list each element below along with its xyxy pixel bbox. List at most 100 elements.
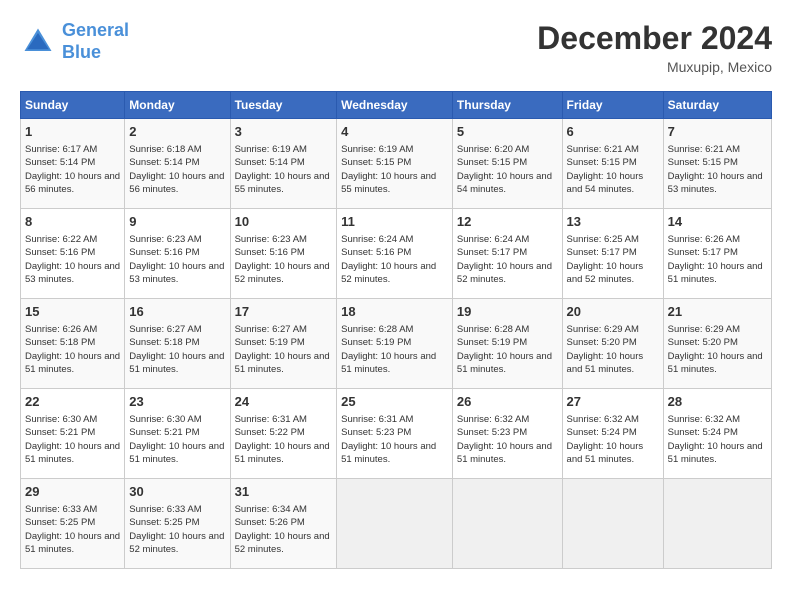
day-number: 18	[341, 303, 448, 321]
day-number: 30	[129, 483, 225, 501]
day-number: 20	[567, 303, 659, 321]
daylight-label: Daylight: 10 hours and 56 minutes.	[25, 171, 120, 195]
calendar-cell-27: 27 Sunrise: 6:32 AM Sunset: 5:24 PM Dayl…	[562, 389, 663, 479]
sunrise: Sunrise: 6:29 AM	[668, 324, 740, 335]
calendar-cell-9: 9 Sunrise: 6:23 AM Sunset: 5:16 PM Dayli…	[125, 209, 230, 299]
sunset: Sunset: 5:24 PM	[567, 427, 637, 438]
day-number: 1	[25, 123, 120, 141]
daylight-label: Daylight: 10 hours and 54 minutes.	[567, 171, 644, 195]
logo-icon	[20, 24, 56, 60]
calendar-table: Sunday Monday Tuesday Wednesday Thursday…	[20, 91, 772, 569]
calendar-cell-5: 5 Sunrise: 6:20 AM Sunset: 5:15 PM Dayli…	[452, 119, 562, 209]
day-number: 10	[235, 213, 333, 231]
daylight-label: Daylight: 10 hours and 51 minutes.	[341, 441, 436, 465]
daylight-label: Daylight: 10 hours and 56 minutes.	[129, 171, 224, 195]
calendar-cell-21: 21 Sunrise: 6:29 AM Sunset: 5:20 PM Dayl…	[663, 299, 771, 389]
day-number: 23	[129, 393, 225, 411]
sunrise: Sunrise: 6:21 AM	[567, 144, 639, 155]
daylight-label: Daylight: 10 hours and 51 minutes.	[668, 351, 763, 375]
calendar-cell-28: 28 Sunrise: 6:32 AM Sunset: 5:24 PM Dayl…	[663, 389, 771, 479]
daylight-label: Daylight: 10 hours and 51 minutes.	[235, 351, 330, 375]
sunrise: Sunrise: 6:19 AM	[235, 144, 307, 155]
calendar-cell-26: 26 Sunrise: 6:32 AM Sunset: 5:23 PM Dayl…	[452, 389, 562, 479]
calendar-cell-14: 14 Sunrise: 6:26 AM Sunset: 5:17 PM Dayl…	[663, 209, 771, 299]
sunrise: Sunrise: 6:34 AM	[235, 504, 307, 515]
daylight-label: Daylight: 10 hours and 52 minutes.	[129, 531, 224, 555]
calendar-cell-24: 24 Sunrise: 6:31 AM Sunset: 5:22 PM Dayl…	[230, 389, 337, 479]
calendar-cell-3: 3 Sunrise: 6:19 AM Sunset: 5:14 PM Dayli…	[230, 119, 337, 209]
day-number: 16	[129, 303, 225, 321]
sunset: Sunset: 5:20 PM	[567, 337, 637, 348]
sunset: Sunset: 5:17 PM	[668, 247, 738, 258]
sunset: Sunset: 5:16 PM	[129, 247, 199, 258]
sunset: Sunset: 5:23 PM	[457, 427, 527, 438]
sunrise: Sunrise: 6:26 AM	[25, 324, 97, 335]
calendar-week-2: 8 Sunrise: 6:22 AM Sunset: 5:16 PM Dayli…	[21, 209, 772, 299]
sunset: Sunset: 5:23 PM	[341, 427, 411, 438]
sunset: Sunset: 5:15 PM	[668, 157, 738, 168]
sunset: Sunset: 5:14 PM	[235, 157, 305, 168]
calendar-cell-15: 15 Sunrise: 6:26 AM Sunset: 5:18 PM Dayl…	[21, 299, 125, 389]
day-number: 26	[457, 393, 558, 411]
calendar-cell-11: 11 Sunrise: 6:24 AM Sunset: 5:16 PM Dayl…	[337, 209, 453, 299]
daylight-label: Daylight: 10 hours and 51 minutes.	[25, 441, 120, 465]
day-number: 14	[668, 213, 767, 231]
sunrise: Sunrise: 6:32 AM	[567, 414, 639, 425]
day-number: 7	[668, 123, 767, 141]
sunset: Sunset: 5:17 PM	[567, 247, 637, 258]
calendar-week-1: 1 Sunrise: 6:17 AM Sunset: 5:14 PM Dayli…	[21, 119, 772, 209]
day-number: 6	[567, 123, 659, 141]
day-number: 8	[25, 213, 120, 231]
col-saturday: Saturday	[663, 92, 771, 119]
sunrise: Sunrise: 6:33 AM	[129, 504, 201, 515]
sunset: Sunset: 5:26 PM	[235, 517, 305, 528]
sunset: Sunset: 5:18 PM	[129, 337, 199, 348]
calendar-cell-6: 6 Sunrise: 6:21 AM Sunset: 5:15 PM Dayli…	[562, 119, 663, 209]
sunset: Sunset: 5:19 PM	[341, 337, 411, 348]
sunset: Sunset: 5:17 PM	[457, 247, 527, 258]
calendar-cell-4: 4 Sunrise: 6:19 AM Sunset: 5:15 PM Dayli…	[337, 119, 453, 209]
sunset: Sunset: 5:16 PM	[235, 247, 305, 258]
daylight-label: Daylight: 10 hours and 52 minutes.	[235, 531, 330, 555]
sunrise: Sunrise: 6:19 AM	[341, 144, 413, 155]
daylight-label: Daylight: 10 hours and 51 minutes.	[129, 441, 224, 465]
day-number: 31	[235, 483, 333, 501]
calendar-cell-empty-4-3	[337, 479, 453, 569]
sunrise: Sunrise: 6:32 AM	[668, 414, 740, 425]
day-number: 5	[457, 123, 558, 141]
calendar-cell-empty-4-5	[562, 479, 663, 569]
daylight-label: Daylight: 10 hours and 53 minutes.	[129, 261, 224, 285]
day-number: 9	[129, 213, 225, 231]
daylight-label: Daylight: 10 hours and 53 minutes.	[668, 171, 763, 195]
daylight-label: Daylight: 10 hours and 55 minutes.	[341, 171, 436, 195]
sunset: Sunset: 5:24 PM	[668, 427, 738, 438]
sunrise: Sunrise: 6:22 AM	[25, 234, 97, 245]
calendar-cell-22: 22 Sunrise: 6:30 AM Sunset: 5:21 PM Dayl…	[21, 389, 125, 479]
daylight-label: Daylight: 10 hours and 51 minutes.	[668, 441, 763, 465]
sunrise: Sunrise: 6:24 AM	[341, 234, 413, 245]
sunset: Sunset: 5:15 PM	[567, 157, 637, 168]
daylight-label: Daylight: 10 hours and 51 minutes.	[457, 441, 552, 465]
daylight-label: Daylight: 10 hours and 52 minutes.	[341, 261, 436, 285]
daylight-label: Daylight: 10 hours and 51 minutes.	[567, 351, 644, 375]
sunrise: Sunrise: 6:32 AM	[457, 414, 529, 425]
sunset: Sunset: 5:21 PM	[25, 427, 95, 438]
daylight-label: Daylight: 10 hours and 51 minutes.	[567, 441, 644, 465]
sunset: Sunset: 5:16 PM	[341, 247, 411, 258]
sunset: Sunset: 5:20 PM	[668, 337, 738, 348]
day-number: 11	[341, 213, 448, 231]
daylight-label: Daylight: 10 hours and 52 minutes.	[235, 261, 330, 285]
sunset: Sunset: 5:14 PM	[25, 157, 95, 168]
calendar-cell-13: 13 Sunrise: 6:25 AM Sunset: 5:17 PM Dayl…	[562, 209, 663, 299]
sunrise: Sunrise: 6:27 AM	[129, 324, 201, 335]
title-block: December 2024 Muxupip, Mexico	[537, 20, 772, 75]
daylight-label: Daylight: 10 hours and 51 minutes.	[457, 351, 552, 375]
day-number: 4	[341, 123, 448, 141]
calendar-cell-30: 30 Sunrise: 6:33 AM Sunset: 5:25 PM Dayl…	[125, 479, 230, 569]
sunset: Sunset: 5:15 PM	[341, 157, 411, 168]
daylight-label: Daylight: 10 hours and 51 minutes.	[341, 351, 436, 375]
calendar-cell-18: 18 Sunrise: 6:28 AM Sunset: 5:19 PM Dayl…	[337, 299, 453, 389]
calendar-cell-25: 25 Sunrise: 6:31 AM Sunset: 5:23 PM Dayl…	[337, 389, 453, 479]
daylight-label: Daylight: 10 hours and 51 minutes.	[235, 441, 330, 465]
calendar-week-5: 29 Sunrise: 6:33 AM Sunset: 5:25 PM Dayl…	[21, 479, 772, 569]
